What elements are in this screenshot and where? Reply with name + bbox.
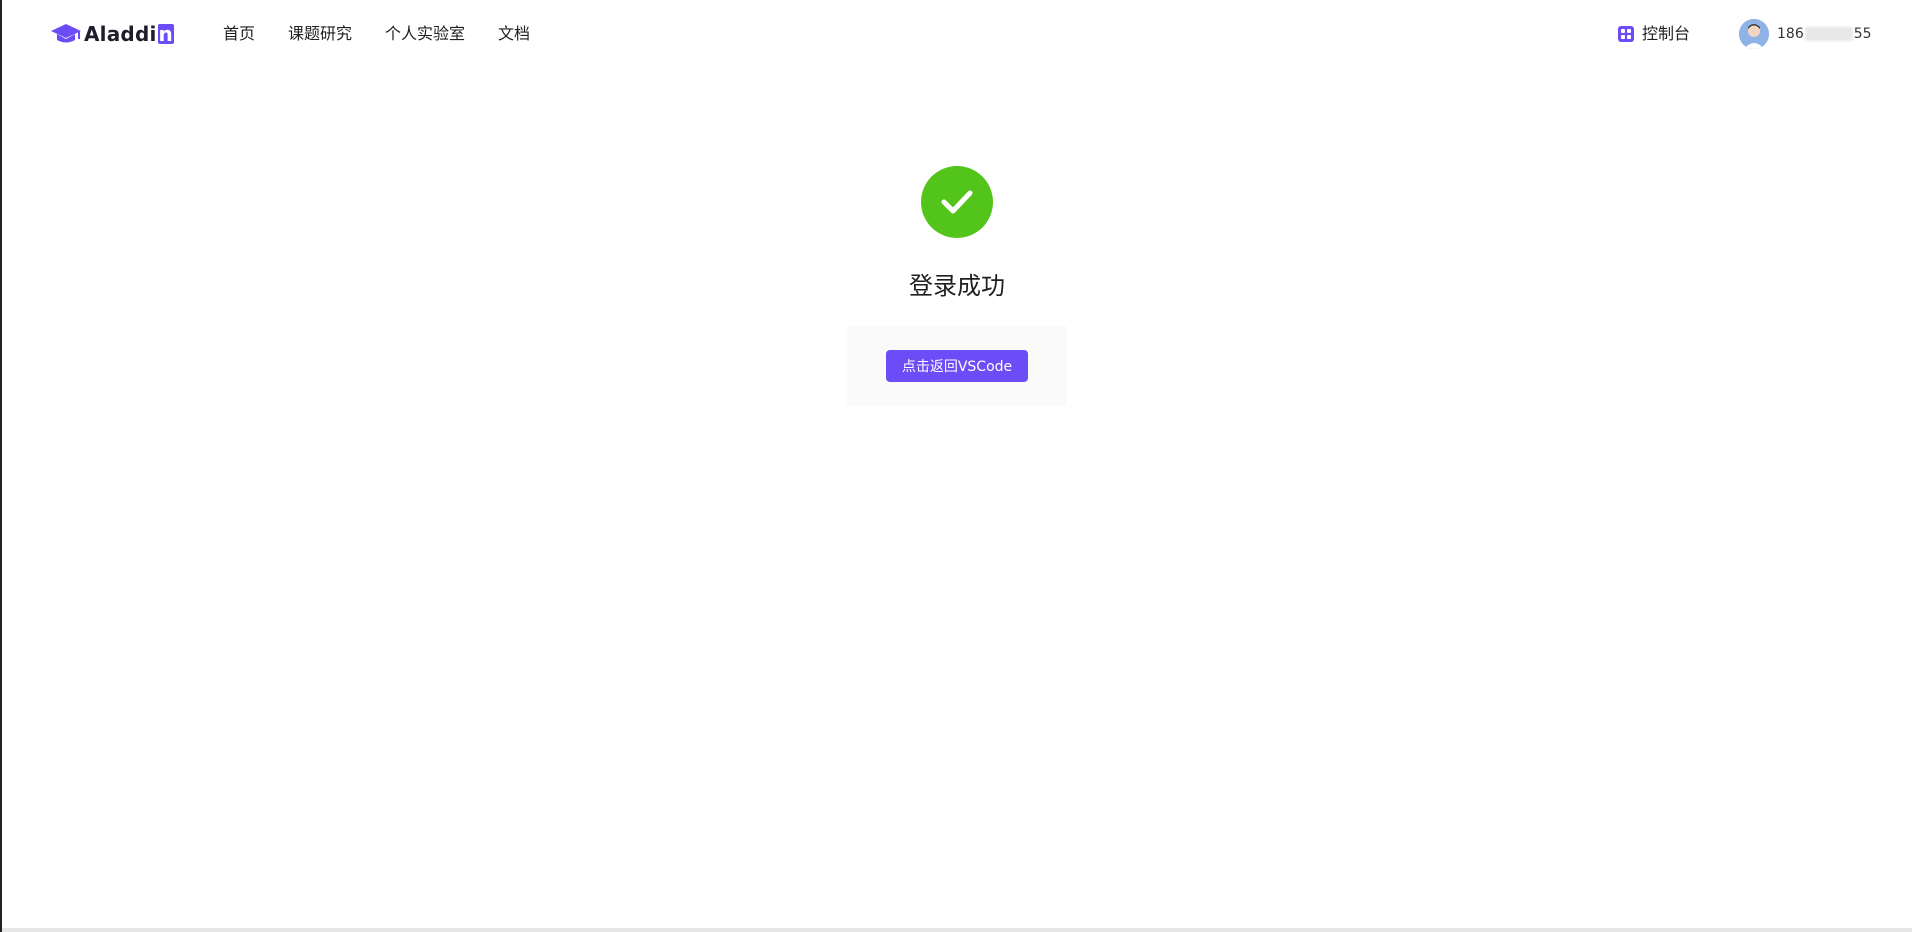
page: Aladdi n 首页 课题研究 个人实验室 文档 控制台 186 55 登录成… [0,0,1912,932]
user-menu[interactable]: 186 55 [1739,19,1872,49]
user-phone: 186 55 [1777,26,1872,42]
dashboard-icon [1618,26,1634,42]
logo-text: Aladdi n [84,22,174,46]
aladdin-logo[interactable]: Aladdi n [50,21,174,47]
result-title: 登录成功 [909,272,1005,300]
top-header: Aladdi n 首页 课题研究 个人实验室 文档 控制台 186 55 [2,0,1912,68]
console-label: 控制台 [1642,24,1691,43]
nav-item-home[interactable]: 首页 [223,22,255,46]
nav-item-personal-lab[interactable]: 个人实验室 [385,22,465,46]
logo-text-highlight: n [157,22,174,46]
return-to-vscode-button[interactable]: 点击返回VSCode [885,350,1029,382]
masked-digits [1804,27,1853,41]
horizontal-scrollbar[interactable] [2,928,1912,932]
console-link[interactable]: 控制台 [1618,22,1690,46]
check-circle-icon [921,166,993,238]
user-avatar-icon [1739,19,1769,49]
result-extra-box: 点击返回VSCode [847,326,1067,406]
graduation-cap-icon [51,24,81,43]
main-nav: 首页 课题研究 个人实验室 文档 [223,22,563,46]
user-phone-prefix: 186 [1777,26,1804,42]
avatar [1739,19,1769,49]
result-panel: 登录成功 点击返回VSCode [2,166,1912,406]
nav-item-research[interactable]: 课题研究 [288,22,352,46]
nav-item-docs[interactable]: 文档 [498,22,530,46]
logo-text-main: Aladdi [84,22,157,46]
user-phone-suffix: 55 [1853,26,1872,42]
check-icon [941,190,973,214]
